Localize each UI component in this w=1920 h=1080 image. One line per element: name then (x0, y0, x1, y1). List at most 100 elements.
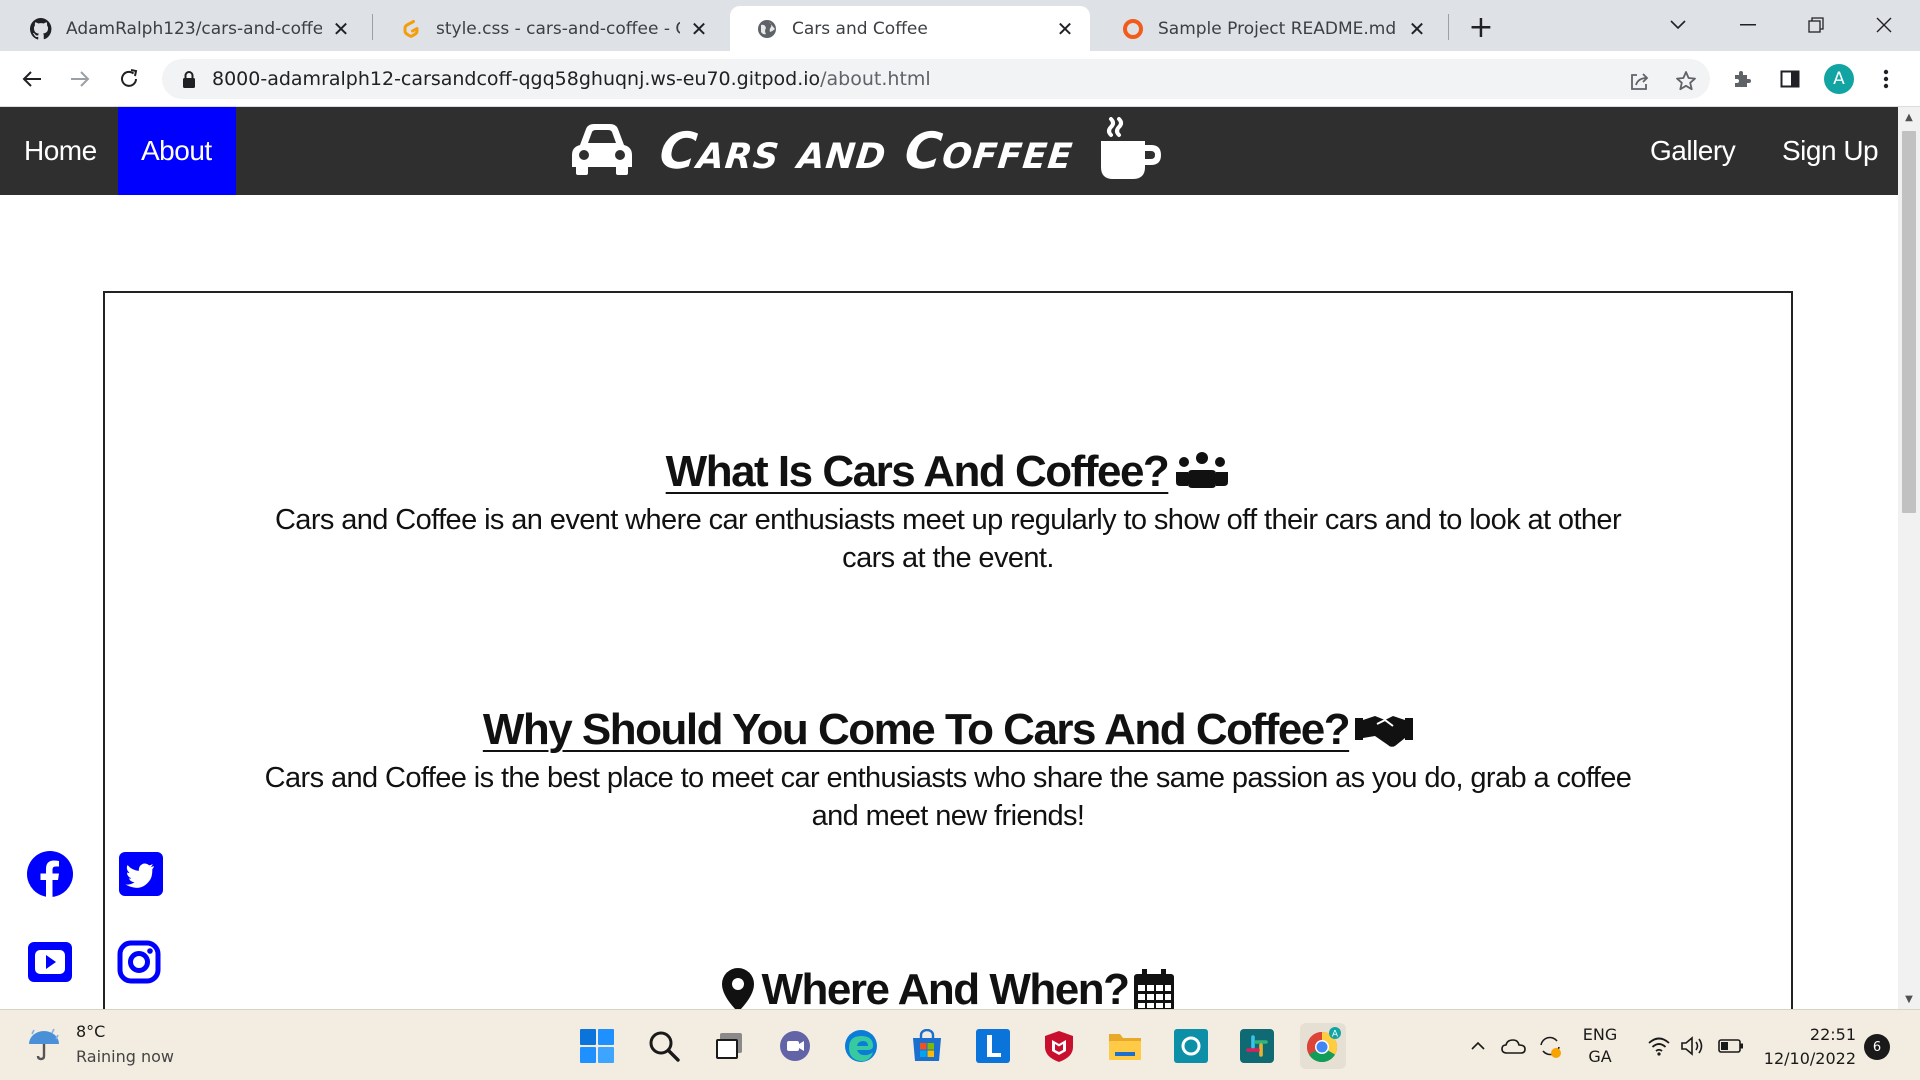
people-group-icon (1174, 450, 1230, 494)
url-text: 8000-adamralph12-carsandcoff-qgq58ghuqnj… (212, 68, 931, 90)
globe-icon (756, 18, 778, 40)
battery-icon[interactable] (1716, 1010, 1746, 1080)
cortana-app-icon[interactable] (1168, 1023, 1214, 1069)
browser-menu-icon[interactable] (1870, 63, 1902, 95)
page-scrollbar[interactable]: ▲ ▼ (1898, 107, 1920, 1009)
chrome-icon[interactable]: A (1300, 1023, 1346, 1069)
close-tab-icon[interactable]: ✕ (686, 16, 712, 42)
windows-taskbar: 8°C Raining now A ENG GA 22:51 12/10/202… (0, 1009, 1920, 1080)
back-button[interactable] (16, 63, 48, 95)
tab-search-button[interactable] (1654, 8, 1702, 42)
edge-icon[interactable] (838, 1023, 884, 1069)
taskbar-clock[interactable]: 22:51 12/10/2022 (1762, 1023, 1856, 1071)
section-title: Where And When? (761, 965, 1130, 1009)
section-heading: What Is Cars And Coffee? (666, 447, 1231, 497)
weather-widget[interactable]: 8°C Raining now (24, 1022, 174, 1066)
language-indicator[interactable]: ENG GA (1576, 1010, 1624, 1080)
close-tab-icon[interactable]: ✕ (1404, 16, 1430, 42)
scroll-down-arrow[interactable]: ▼ (1898, 989, 1920, 1009)
profile-avatar[interactable]: A (1824, 64, 1854, 94)
site-brand[interactable]: Cars and Coffee (570, 117, 1163, 185)
keyboard-layout: GA (1588, 1046, 1612, 1066)
task-view-icon[interactable] (706, 1023, 752, 1069)
map-pin-icon (721, 968, 754, 1009)
page-viewport: Home About Cars and Coffee Gallery Sign … (0, 107, 1898, 1009)
search-icon[interactable] (641, 1023, 687, 1069)
portfolio-icon (1122, 18, 1144, 40)
twitter-icon[interactable] (116, 849, 166, 899)
nav-home-link[interactable]: Home (0, 107, 118, 195)
tab-readme[interactable]: Sample Project README.md | Po ✕ (1096, 6, 1442, 51)
scroll-up-arrow[interactable]: ▲ (1898, 107, 1920, 127)
site-title: Cars and Coffee (656, 122, 1077, 180)
section-text: Cars and Coffee is the best place to mee… (264, 762, 1632, 832)
clock-time: 22:51 (1809, 1025, 1856, 1044)
extensions-icon[interactable] (1726, 63, 1758, 95)
handshake-icon (1355, 710, 1414, 750)
weather-temperature: 8°C (76, 1022, 106, 1041)
tab-title: Cars and Coffee (792, 18, 928, 39)
section-why: Why Should You Come To Cars And Coffee? … (105, 705, 1791, 835)
share-icon[interactable] (1626, 67, 1654, 95)
car-icon (570, 121, 634, 181)
youtube-icon[interactable] (25, 937, 75, 987)
tab-title: style.css - cars-and-coffee - Gitpo (436, 18, 680, 39)
about-content-box: What Is Cars And Coffee? Cars and Coffee… (103, 291, 1793, 1009)
svg-text:A: A (1332, 1030, 1339, 1040)
reload-button[interactable] (113, 63, 145, 95)
side-panel-icon[interactable] (1774, 63, 1806, 95)
slack-icon[interactable] (1234, 1023, 1280, 1069)
section-heading: Where And When? (721, 965, 1175, 1009)
notification-badge[interactable]: 6 (1864, 1034, 1890, 1060)
tab-gitpod[interactable]: style.css - cars-and-coffee - Gitpo ✕ (374, 6, 724, 51)
tab-cars-and-coffee[interactable]: Cars and Coffee ✕ (730, 6, 1090, 51)
umbrella-rain-icon (24, 1024, 64, 1064)
gitpod-icon (400, 18, 422, 40)
new-tab-button[interactable]: + (1464, 10, 1498, 45)
browser-tab-bar: AdamRalph123/cars-and-coffee: ✕ style.cs… (0, 0, 1920, 51)
github-icon (30, 17, 52, 40)
mcafee-icon[interactable] (1036, 1023, 1082, 1069)
wifi-icon[interactable] (1644, 1010, 1674, 1080)
tab-github[interactable]: AdamRalph123/cars-and-coffee: ✕ (4, 6, 366, 51)
section-text: Cars and Coffee is an event where car en… (274, 504, 1622, 574)
tab-title: AdamRalph123/cars-and-coffee: (66, 18, 322, 39)
section-where: Where And When? (105, 965, 1791, 1009)
tab-title: Sample Project README.md | Po (1158, 18, 1398, 39)
l-app-icon[interactable] (970, 1023, 1016, 1069)
volume-icon[interactable] (1678, 1010, 1708, 1080)
site-navbar: Home About Cars and Coffee Gallery Sign … (0, 107, 1898, 195)
close-tab-icon[interactable]: ✕ (1052, 16, 1078, 42)
scroll-thumb[interactable] (1902, 131, 1916, 513)
start-button-icon[interactable] (574, 1023, 620, 1069)
show-hidden-icons-chevron-icon[interactable] (1466, 1010, 1490, 1080)
section-title: Why Should You Come To Cars And Coffee? (482, 705, 1351, 754)
nav-signup-link[interactable]: Sign Up (1782, 107, 1879, 195)
section-title: What Is Cars And Coffee? (665, 447, 1170, 496)
instagram-icon[interactable] (114, 937, 164, 987)
browser-toolbar: 8000-adamralph12-carsandcoff-qgq58ghuqnj… (0, 51, 1920, 107)
forward-button[interactable] (64, 63, 96, 95)
close-window-button[interactable] (1860, 8, 1908, 42)
sync-status-icon[interactable] (1536, 1010, 1564, 1080)
clock-date: 12/10/2022 (1763, 1049, 1856, 1068)
address-bar[interactable]: 8000-adamralph12-carsandcoff-qgq58ghuqnj… (162, 59, 1710, 99)
lock-icon[interactable] (182, 70, 196, 88)
tab-separator (1448, 14, 1449, 40)
nav-about-link[interactable]: About (118, 107, 236, 195)
close-tab-icon[interactable]: ✕ (328, 16, 354, 42)
facebook-icon[interactable] (25, 849, 75, 899)
bookmark-star-icon[interactable] (1672, 67, 1700, 95)
coffee-mug-icon (1099, 117, 1163, 185)
section-what: What Is Cars And Coffee? Cars and Coffee… (105, 447, 1791, 577)
microsoft-store-icon[interactable] (904, 1023, 950, 1069)
restore-button[interactable] (1792, 8, 1840, 42)
section-heading: Why Should You Come To Cars And Coffee? (482, 705, 1414, 755)
language-code: ENG (1582, 1024, 1618, 1044)
nav-gallery-link[interactable]: Gallery (1650, 107, 1736, 195)
minimize-button[interactable] (1724, 8, 1772, 42)
teams-chat-icon[interactable] (772, 1023, 818, 1069)
file-explorer-icon[interactable] (1102, 1023, 1148, 1069)
weather-condition: Raining now (76, 1047, 174, 1066)
onedrive-cloud-icon[interactable] (1500, 1010, 1528, 1080)
